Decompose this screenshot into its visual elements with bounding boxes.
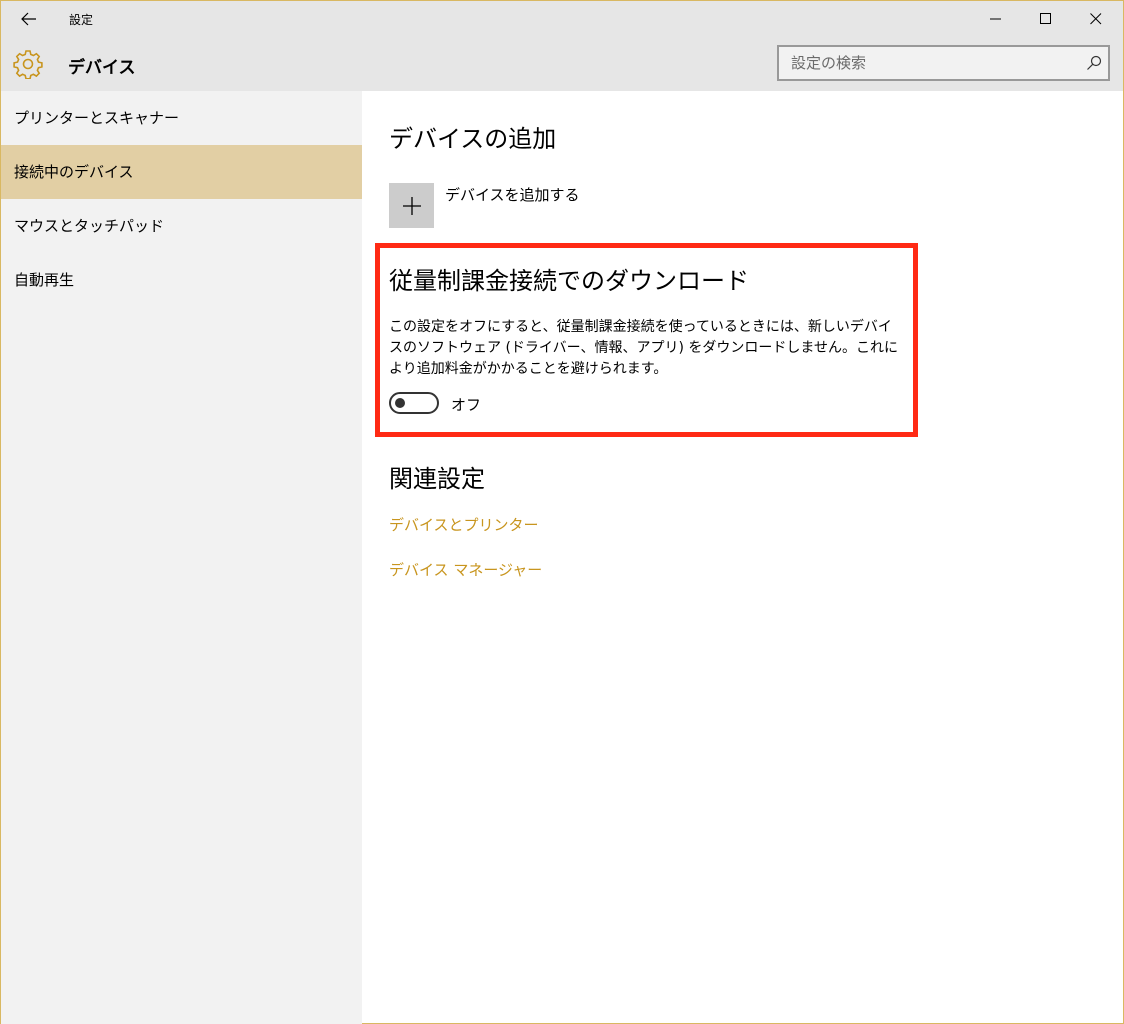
- metered-download-toggle[interactable]: [389, 392, 439, 414]
- add-device-label[interactable]: デバイスを追加する: [445, 184, 580, 205]
- title-bar: 設定: [1, 1, 1123, 37]
- devices-printers-link[interactable]: デバイスとプリンター: [389, 514, 539, 535]
- back-arrow-icon: [21, 12, 36, 26]
- sidebar-item-connected-devices[interactable]: 接続中のデバイス: [1, 145, 362, 199]
- toggle-knob: [395, 398, 405, 408]
- add-devices-heading: デバイスの追加: [389, 125, 557, 153]
- search-icon[interactable]: [1086, 55, 1102, 71]
- metered-download-heading: 従量制課金接続でのダウンロード: [389, 267, 749, 295]
- search-box[interactable]: [777, 45, 1110, 81]
- window-title: 設定: [69, 13, 94, 27]
- gear-icon: [13, 50, 43, 79]
- search-input[interactable]: [779, 47, 1079, 79]
- sidebar-item-mouse-touchpad[interactable]: マウスとタッチパッド: [1, 199, 362, 253]
- sidebar-item-printers[interactable]: プリンターとスキャナー: [1, 91, 362, 145]
- device-manager-link[interactable]: デバイス マネージャー: [389, 559, 542, 580]
- page-header: デバイス: [1, 37, 1123, 91]
- sidebar: プリンターとスキャナー 接続中のデバイス マウスとタッチパッド 自動再生: [1, 91, 362, 1024]
- main-content: デバイスの追加 デバイスを追加する 従量制課金接続でのダウンロード この設定をオ…: [362, 91, 1123, 1024]
- back-button[interactable]: [9, 5, 49, 33]
- minimize-icon: [990, 18, 1001, 20]
- minimize-button[interactable]: [971, 1, 1021, 37]
- maximize-button[interactable]: [1021, 1, 1071, 37]
- metered-download-description: この設定をオフにすると、従量制課金接続を使っているときには、新しいデバイスのソフ…: [389, 319, 898, 377]
- settings-window: 設定 デバイス 設定の検索 プリンターとスキャナー 接続中のデバイス マウスとタ…: [0, 0, 1124, 1024]
- sidebar-item-autoplay[interactable]: 自動再生: [1, 253, 362, 307]
- maximize-icon: [1040, 13, 1051, 24]
- close-button[interactable]: [1071, 1, 1121, 37]
- add-device-button[interactable]: [389, 183, 434, 228]
- related-settings-heading: 関連設定: [389, 465, 485, 493]
- page-title: デバイス: [68, 58, 136, 78]
- toggle-state-label: オフ: [451, 396, 482, 414]
- plus-icon: [402, 196, 421, 215]
- close-icon: [1090, 13, 1102, 25]
